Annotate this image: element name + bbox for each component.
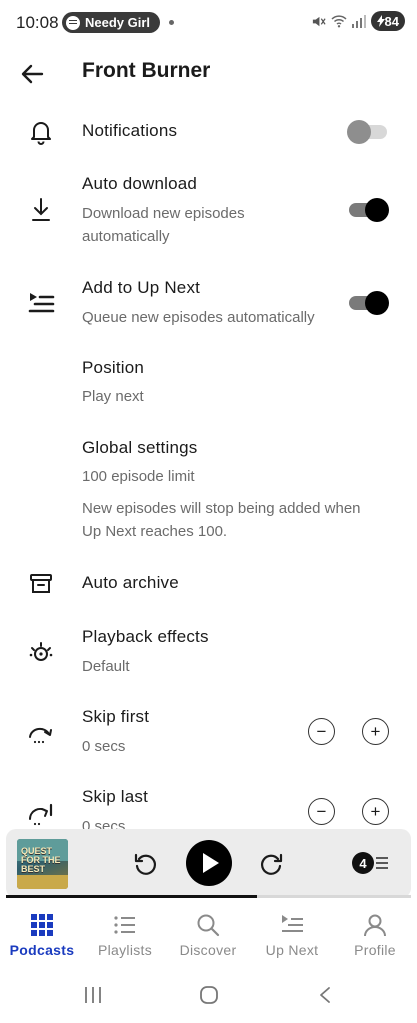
auto-archive-title: Auto archive <box>82 573 179 592</box>
nav-podcasts-label: Podcasts <box>9 942 75 958</box>
nav-profile-label: Profile <box>354 942 396 958</box>
skip-first-value: 0 secs <box>82 738 126 755</box>
auto-download-toggle[interactable] <box>349 198 389 222</box>
playback-effects-row[interactable]: Playback effects Default <box>0 622 417 682</box>
playback-effects-value: Default <box>82 658 130 675</box>
download-icon <box>32 198 50 221</box>
position-title: Position <box>82 358 145 377</box>
global-settings-value: 100 episode limit <box>82 468 195 485</box>
archive-icon <box>30 574 52 593</box>
skip-last-row: Skip last 0 secs − + <box>0 782 417 829</box>
skip-first-icon <box>29 727 52 744</box>
skip-last-increase-button[interactable]: + <box>362 798 389 825</box>
add-to-up-next-row[interactable]: Add to Up Next Queue new episodes automa… <box>0 272 417 334</box>
notifications-row[interactable]: Notifications <box>0 110 417 154</box>
mini-player[interactable]: QUEST FOR THE BEST 4 <box>6 829 411 898</box>
skip-first-increase-button[interactable]: + <box>362 718 389 745</box>
playback-progress-fill <box>6 895 258 898</box>
battery-indicator: 84 <box>370 11 405 31</box>
global-settings-note-2: Up Next reaches 100. <box>82 523 228 540</box>
artwork-title: QUEST FOR THE BEST <box>21 846 61 874</box>
system-navigation-bar <box>0 975 417 1023</box>
skip-last-title: Skip last <box>82 787 149 806</box>
page-title: Front Burner <box>82 59 211 82</box>
charging-icon <box>376 15 385 27</box>
notifications-toggle[interactable] <box>347 120 387 144</box>
status-icons: 84 <box>311 11 405 31</box>
skip-last-icon <box>29 803 53 826</box>
up-next-count-badge[interactable]: 4 <box>352 852 374 874</box>
nav-discover[interactable]: Discover <box>166 905 250 967</box>
auto-download-row[interactable]: Auto download Download new episodes auto… <box>0 168 417 248</box>
playback-progress <box>6 895 411 898</box>
play-icon <box>203 853 219 873</box>
nav-up-next[interactable]: Up Next <box>250 905 334 967</box>
notification-dot-icon <box>169 20 174 25</box>
skip-first-title: Skip first <box>82 707 150 726</box>
nav-discover-label: Discover <box>179 942 237 958</box>
status-bar: 10:08 Needy Girl 84 <box>0 0 417 44</box>
recent-apps-icon[interactable] <box>84 986 102 1004</box>
wifi-icon <box>331 15 347 28</box>
nav-playlists-label: Playlists <box>97 942 153 958</box>
bottom-navigation: Podcasts Playlists Discover Up Next Prof… <box>0 905 417 967</box>
auto-download-subtitle-2: automatically <box>82 228 170 245</box>
add-to-up-next-toggle[interactable] <box>349 291 389 315</box>
nav-podcasts[interactable]: Podcasts <box>0 905 84 967</box>
bell-icon <box>31 122 51 145</box>
now-playing-label: Needy Girl <box>85 15 151 30</box>
skip-last-decrease-button[interactable]: − <box>308 798 335 825</box>
nav-up-next-label: Up Next <box>265 942 319 958</box>
back-button[interactable] <box>18 60 46 88</box>
profile-icon <box>364 914 386 937</box>
nav-playlists[interactable]: Playlists <box>83 905 167 967</box>
up-next-icon <box>282 915 303 932</box>
auto-download-subtitle: Download new episodes <box>82 205 245 222</box>
mute-icon <box>312 16 326 26</box>
system-back-icon[interactable] <box>318 986 332 1004</box>
add-to-up-next-subtitle: Queue new episodes automatically <box>82 309 315 326</box>
signal-icon <box>351 14 366 28</box>
position-value: Play next <box>82 388 144 405</box>
skip-last-value: 0 secs <box>82 818 126 829</box>
skip-forward-icon[interactable] <box>259 851 285 877</box>
playback-effects-title: Playback effects <box>82 627 209 646</box>
global-settings-title: Global settings <box>82 438 198 457</box>
app-header: Front Burner <box>0 48 417 100</box>
podcast-artwork[interactable]: QUEST FOR THE BEST <box>17 839 68 889</box>
grid-icon <box>31 914 53 936</box>
notifications-title: Notifications <box>82 121 178 140</box>
home-icon[interactable] <box>199 985 219 1005</box>
skip-first-decrease-button[interactable]: − <box>308 718 335 745</box>
auto-download-title: Auto download <box>82 174 198 193</box>
global-settings-row[interactable]: Global settings 100 episode limit New ep… <box>0 432 417 546</box>
queue-add-icon <box>28 293 55 313</box>
auto-archive-row[interactable]: Auto archive <box>0 562 417 606</box>
battery-level: 84 <box>384 13 399 29</box>
status-time: 10:08 <box>16 13 59 32</box>
nav-profile[interactable]: Profile <box>333 905 417 967</box>
skip-first-row: Skip first 0 secs − + <box>0 702 417 762</box>
queue-icon <box>376 857 388 869</box>
skip-back-icon[interactable] <box>132 851 158 877</box>
add-to-up-next-title: Add to Up Next <box>82 278 201 297</box>
global-settings-note: New episodes will stop being added when <box>82 500 361 517</box>
spotify-icon <box>66 15 80 30</box>
position-row[interactable]: Position Play next <box>0 352 417 412</box>
search-icon <box>197 914 220 937</box>
playback-effects-icon <box>29 642 53 661</box>
now-playing-chip: Needy Girl <box>62 12 161 33</box>
arrow-left-icon <box>21 64 44 84</box>
play-button[interactable] <box>186 840 232 886</box>
list-icon <box>114 916 135 934</box>
